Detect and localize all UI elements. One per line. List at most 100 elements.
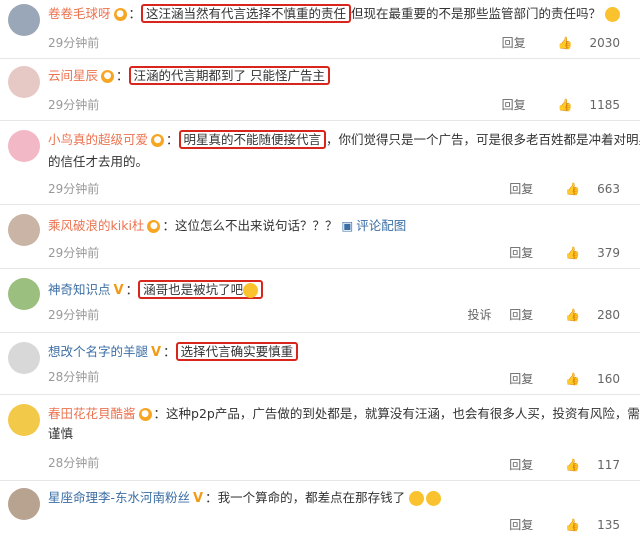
colon: ：	[162, 218, 175, 233]
highlighted-text: 这汪涵当然有代言选择不慎重的责任	[141, 4, 352, 23]
comment-text: 我一个算命的，都差点在那存钱了	[217, 490, 406, 505]
username[interactable]: 想改个名字的羊腿	[48, 344, 148, 359]
timestamp: 28分钟前	[48, 456, 100, 470]
avatar[interactable]	[8, 130, 40, 162]
comment-actions: 回复 👍 160	[495, 370, 620, 387]
like-count: 160	[597, 372, 620, 386]
username[interactable]: 星座命理李-东水河南粉丝	[48, 490, 190, 505]
avatar[interactable]	[8, 488, 40, 520]
comment-line: 想改个名字的羊腿 V：选择代言确实要慎重	[48, 342, 299, 362]
thumbs-up-icon: 👍	[557, 98, 573, 112]
timestamp: 29分钟前	[48, 36, 100, 50]
username[interactable]: 乘风破浪的kiki杜	[48, 218, 144, 233]
comment-actions: 回复 👍 663	[495, 180, 620, 197]
highlighted-text: 汪涵的代言期都到了 只能怪广告主	[128, 66, 331, 85]
comment-text-continued: 谨慎	[48, 426, 74, 441]
highlighted-text: 明星真的不能随便接代言	[178, 130, 327, 149]
username[interactable]: 卷卷毛球呀	[48, 6, 111, 21]
vip-badge-icon: ●	[138, 408, 152, 421]
like-count: 1185	[589, 98, 620, 112]
like-button[interactable]: 👍 135	[551, 518, 620, 532]
like-button[interactable]: 👍 663	[551, 182, 620, 196]
divider	[0, 58, 640, 59]
verified-icon: V	[151, 345, 162, 360]
report-button[interactable]: 投诉	[467, 308, 491, 322]
like-button[interactable]: 👍 117	[551, 458, 620, 472]
colon: ：	[116, 68, 129, 83]
highlighted-text: 涵哥也是被坑了吧	[138, 280, 264, 299]
comment-text: 这位怎么不出来说句话？？？	[174, 218, 338, 233]
reply-button[interactable]: 回复	[509, 458, 533, 472]
avatar[interactable]	[8, 278, 40, 310]
vip-badge-icon: ●	[113, 8, 127, 21]
comment-actions: 投诉 回复 👍 280	[453, 306, 620, 323]
comment-actions: 回复 👍 135	[495, 516, 620, 533]
thumbs-up-icon: 👍	[557, 36, 573, 50]
verified-icon: V	[113, 283, 124, 298]
reply-button[interactable]: 回复	[502, 98, 526, 112]
reply-button[interactable]: 回复	[509, 182, 533, 196]
vip-badge-icon: ●	[101, 70, 115, 83]
avatar[interactable]	[8, 404, 40, 436]
username[interactable]: 春田花花貝酷酱	[48, 406, 136, 421]
emoji-icon	[409, 491, 425, 506]
timestamp: 29分钟前	[48, 308, 100, 322]
like-button[interactable]: 👍 1185	[544, 98, 621, 112]
comment-line: 乘风破浪的kiki杜 ● ：这位怎么不出来说句话？？？ ▣ 评论配图	[48, 216, 406, 236]
comment-line: 卷卷毛球呀 ●：这汪涵当然有代言选择不慎重的责任 但现在最重要的不是那些监管部门的责…	[48, 4, 621, 24]
like-button[interactable]: 👍 379	[551, 246, 620, 260]
divider	[0, 268, 640, 269]
comment-actions: 回复 👍 379	[495, 244, 620, 261]
divider	[0, 332, 640, 333]
comment-line: 神奇知识点 V：涵哥也是被坑了吧	[48, 280, 264, 300]
thumbs-up-icon: 👍	[565, 458, 581, 472]
username[interactable]: 小鸟真的超级可爱	[48, 132, 148, 147]
emoji-icon	[605, 7, 621, 22]
like-button[interactable]: 👍 160	[551, 372, 620, 386]
comment-actions: 回复 👍 2030	[488, 34, 620, 51]
like-count: 280	[597, 308, 620, 322]
comment-text: 但现在最重要的不是那些监管部门的责任吗？	[351, 6, 602, 21]
divider	[0, 480, 640, 481]
avatar[interactable]	[8, 214, 40, 246]
reply-button[interactable]: 回复	[509, 246, 533, 260]
avatar[interactable]	[8, 66, 40, 98]
timestamp: 29分钟前	[48, 246, 100, 260]
thumbs-up-icon: 👍	[565, 308, 581, 322]
verified-icon: V	[193, 491, 204, 506]
colon: ：	[153, 406, 167, 421]
timestamp: 29分钟前	[48, 98, 100, 112]
comment-text: 这种p2p产品，广告做的到处都是，就算没有汪涵，也会有很多人买，投资有风险，需	[166, 406, 640, 421]
colon: ：	[205, 490, 218, 505]
colon: ：	[125, 282, 139, 297]
comment-text: ，你们觉得只是一个广告，可是很多老百姓都是冲着对明星	[326, 132, 640, 147]
username[interactable]: 神奇知识点	[48, 282, 111, 297]
colon: ：	[128, 6, 142, 21]
comment-line: 星座命理李-东水河南粉丝 V ：我一个算命的，都差点在那存钱了	[48, 488, 442, 508]
reply-button[interactable]: 回复	[509, 308, 533, 322]
like-count: 2030	[589, 36, 620, 50]
avatar[interactable]	[8, 342, 40, 374]
comment-line: 春田花花貝酷酱 ● ：这种p2p产品，广告做的到处都是，就算没有汪涵，也会有很多人买…	[48, 404, 640, 424]
thumbs-up-icon: 👍	[565, 518, 581, 532]
vip-badge-icon: ●	[151, 134, 165, 147]
like-count: 117	[597, 458, 620, 472]
comment-text-continued: 的信任才去用的。	[48, 154, 149, 169]
reply-button[interactable]: 回复	[502, 36, 526, 50]
image-icon: ▣	[341, 218, 354, 233]
like-count: 135	[597, 518, 620, 532]
reply-button[interactable]: 回复	[509, 518, 533, 532]
divider	[0, 394, 640, 395]
username[interactable]: 云间星辰	[48, 68, 98, 83]
like-button[interactable]: 👍 280	[551, 308, 620, 322]
like-count: 379	[597, 246, 620, 260]
like-button[interactable]: 👍 2030	[544, 36, 621, 50]
avatar[interactable]	[8, 4, 40, 36]
vip-badge-icon: ●	[147, 220, 161, 233]
colon: ：	[166, 132, 179, 147]
timestamp: 29分钟前	[48, 182, 100, 196]
comment-image-link[interactable]: 评论配图	[356, 218, 406, 233]
reply-button[interactable]: 回复	[509, 372, 533, 386]
emoji-icon	[243, 283, 259, 298]
highlighted-text: 选择代言确实要慎重	[175, 342, 299, 361]
